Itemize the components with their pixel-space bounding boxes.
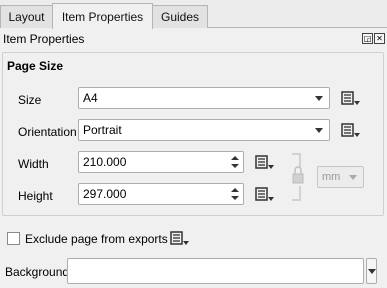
width-label: Width [18, 157, 49, 171]
background-dropdown[interactable] [366, 258, 377, 284]
tab-bar: Layout Item Properties Guides [0, 0, 387, 29]
width-value: 210.000 [83, 155, 127, 169]
data-defined-override-icon[interactable] [338, 119, 362, 141]
lock-icon[interactable] [288, 152, 306, 205]
data-defined-override-icon[interactable] [167, 227, 191, 249]
exclude-label: Exclude page from exports [25, 232, 168, 246]
tab-item-properties[interactable]: Item Properties [52, 3, 153, 29]
tab-layout[interactable]: Layout [0, 5, 53, 28]
width-spinbox[interactable]: 210.000 [78, 151, 244, 173]
data-defined-override-icon[interactable] [252, 183, 276, 205]
close-icon[interactable]: ✕ [374, 33, 385, 44]
size-label: Size [18, 93, 42, 107]
spin-down-icon[interactable] [231, 164, 239, 168]
chevron-down-icon [315, 128, 323, 133]
chevron-down-icon [349, 175, 357, 180]
float-icon[interactable]: ◲ [362, 33, 373, 44]
orientation-value: Portrait [83, 123, 122, 137]
height-label: Height [18, 189, 53, 203]
spin-up-icon[interactable] [231, 188, 239, 192]
height-value: 297.000 [83, 187, 127, 201]
background-label: Background [5, 265, 70, 279]
orientation-combo[interactable]: Portrait [78, 119, 330, 141]
orientation-label: Orientation [18, 125, 77, 139]
data-defined-override-icon[interactable] [252, 151, 276, 173]
height-spinbox[interactable]: 297.000 [78, 183, 244, 205]
page-size-title: Page Size [7, 59, 64, 73]
tab-layout-label: Layout [8, 10, 45, 24]
data-defined-override-icon[interactable] [338, 87, 362, 109]
size-combo[interactable]: A4 [78, 87, 330, 109]
tab-guides[interactable]: Guides [152, 5, 208, 28]
tab-item-properties-label: Item Properties [61, 9, 144, 24]
exclude-checkbox[interactable] [7, 232, 20, 245]
panel-title: Item Properties [3, 32, 85, 46]
tab-guides-label: Guides [160, 10, 200, 24]
size-value: A4 [83, 91, 98, 105]
units-value: mm [322, 171, 341, 183]
background-symbol-button[interactable] [67, 258, 364, 284]
chevron-down-icon [368, 269, 376, 274]
chevron-down-icon [315, 96, 323, 101]
spin-up-icon[interactable] [231, 156, 239, 160]
units-combo[interactable]: mm [317, 166, 364, 188]
spin-down-icon[interactable] [231, 196, 239, 200]
